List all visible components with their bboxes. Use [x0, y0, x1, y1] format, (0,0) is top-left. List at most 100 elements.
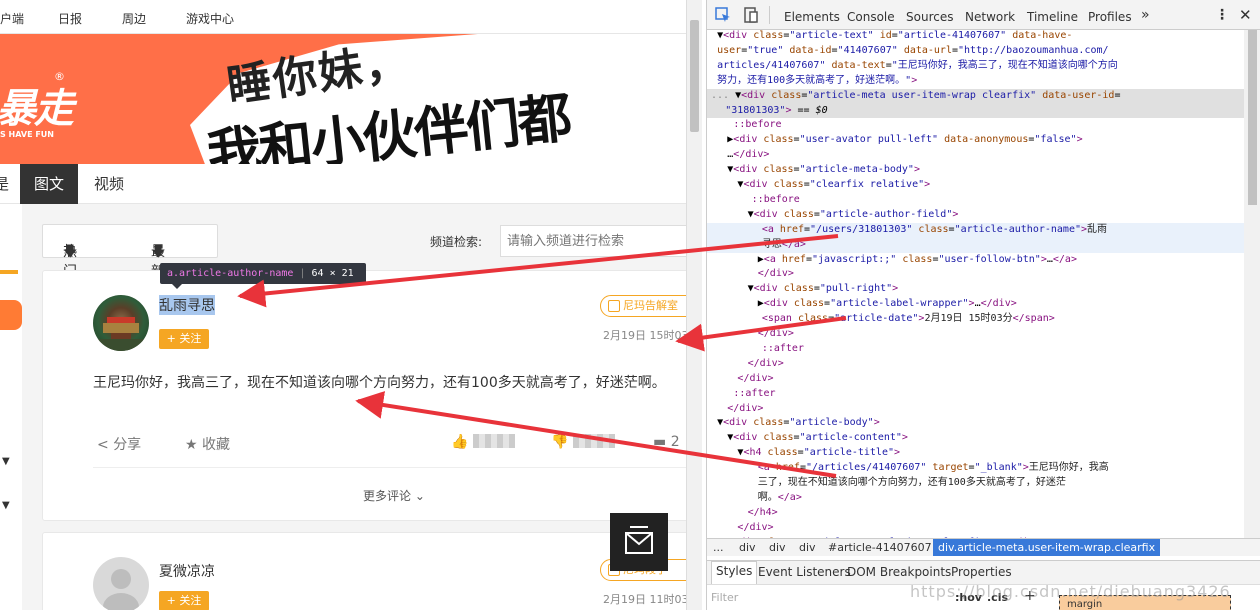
caret-down-icon[interactable]: ▼	[2, 500, 10, 511]
tab-dom-breakpoints[interactable]: DOM Breakpoints	[847, 565, 951, 579]
tab-video[interactable]: 视频	[94, 164, 124, 204]
content-tabs: 是 图文 视频	[0, 164, 686, 204]
dom-tree-line[interactable]: ▼<h4 class="article-title">	[707, 446, 1244, 461]
dom-tree-line[interactable]: 三了，现在不知道该向哪个方向努力，还有100多天就高考了，好迷茫	[707, 476, 1244, 491]
breadcrumb-item[interactable]: #article-41407607	[828, 541, 932, 554]
tab-timeline[interactable]: Timeline	[1027, 10, 1078, 24]
breadcrumb-item[interactable]: div	[769, 541, 786, 554]
article-label[interactable]: 尼玛告解室	[600, 295, 686, 317]
dom-tree-line[interactable]: </div>	[707, 521, 1244, 536]
dom-tree-line[interactable]: "31801303"> == $0	[707, 103, 1244, 119]
sidebar-accent-block[interactable]	[0, 300, 22, 330]
page-scrollbar[interactable]	[686, 0, 702, 610]
dom-tree-line[interactable]: </div>	[707, 327, 1244, 342]
dom-tree-line[interactable]: ▼<div class="article-body">	[707, 416, 1244, 431]
dom-tree-line[interactable]: </div>	[707, 267, 1244, 282]
dom-tree-scrollbar[interactable]	[1244, 30, 1260, 538]
breadcrumb-item[interactable]: div	[799, 541, 816, 554]
tab-elements[interactable]: Elements	[784, 10, 840, 24]
dom-tree-line[interactable]: ▶<a href="javascript:;" class="user-foll…	[707, 253, 1244, 268]
tab-partial[interactable]: 是	[0, 164, 14, 204]
dom-tree-line[interactable]: </div>	[707, 357, 1244, 372]
more-comments-link[interactable]: 更多评论 ⌄	[363, 487, 425, 504]
dom-tree-line[interactable]: 寻思</a>	[707, 237, 1244, 253]
dom-tree-line[interactable]: user="true" data-id="41407607" data-url=…	[707, 44, 1244, 59]
dom-tree-line[interactable]: ▼<div class="article-text" id="article-4…	[707, 30, 1244, 44]
share-button[interactable]: < 分享	[97, 434, 141, 454]
dom-tree-line[interactable]: ▼<div class="article-meta-body">	[707, 163, 1244, 178]
dom-tree-line[interactable]: <span class="article-date">2月19日 15时03分<…	[707, 312, 1244, 327]
devtools-toolbar: Elements Console Sources Network Timelin…	[707, 0, 1260, 30]
menu-kebab-icon[interactable]: ⋮	[1215, 7, 1229, 23]
site-logo[interactable]: 暴走	[0, 76, 74, 134]
tooltip-size: 64 × 21	[311, 268, 354, 279]
topnav-item-merch[interactable]: 周边	[122, 10, 146, 27]
downvote-button[interactable]: 👎	[551, 434, 568, 450]
tab-image-text[interactable]: 图文	[20, 164, 78, 204]
dom-tree-line[interactable]: </div>	[707, 402, 1244, 417]
avatar[interactable]	[93, 295, 149, 351]
collect-button[interactable]: ★ 收藏	[185, 434, 230, 454]
comment-count: 2	[670, 434, 680, 450]
comment-button[interactable]: ▬ 2	[653, 434, 680, 450]
dom-tree[interactable]: ▼<div class="article-text" id="article-4…	[707, 30, 1244, 538]
tab-profiles[interactable]: Profiles	[1088, 10, 1132, 24]
device-toggle-icon[interactable]	[743, 7, 759, 27]
topnav-item-games[interactable]: 游戏中心	[186, 10, 234, 27]
close-icon[interactable]: ✕	[1239, 6, 1252, 24]
comment-icon: ▬	[653, 434, 667, 450]
dom-tree-line[interactable]: ▶<div class="article-label-wrapper">…</d…	[707, 297, 1244, 312]
tab-console[interactable]: Console	[847, 10, 895, 24]
dom-tree-line[interactable]: ▶<div class="user-avator pull-left" data…	[707, 133, 1244, 148]
feedback-button[interactable]	[610, 513, 668, 571]
site-banner[interactable]: 暴走 ® S HAVE FUN 睡你妹， 我和小伙伴们都	[0, 34, 686, 164]
dom-tree-line[interactable]: ▼<div class="article-content">	[707, 431, 1244, 446]
more-tabs-icon[interactable]: »	[1141, 7, 1150, 23]
topnav-item-client[interactable]: 户端	[0, 10, 24, 27]
mail-icon	[625, 526, 653, 554]
dom-tree-line[interactable]: ▼<div class="pull-right">	[707, 282, 1244, 297]
dom-tree-line[interactable]: <a href="/users/31801303" class="article…	[707, 222, 1244, 238]
tab-event-listeners[interactable]: Event Listeners	[758, 565, 851, 579]
dom-tree-line[interactable]: ▼<div class="clearfix relative">	[707, 178, 1244, 193]
dom-tree-line[interactable]: </div>	[707, 372, 1244, 387]
inspect-icon[interactable]	[715, 7, 731, 27]
author-name-link[interactable]: 夏微凉凉	[159, 561, 215, 581]
card-divider	[93, 467, 686, 468]
tab-properties[interactable]: Properties	[951, 565, 1012, 579]
tab-network[interactable]: Network	[965, 10, 1015, 24]
scrollbar-thumb[interactable]	[690, 20, 699, 132]
article-title-link[interactable]: 王尼玛你好，我高三了，现在不知道该向哪个方向努力，还有100多天就高考了，好迷茫…	[93, 371, 686, 395]
scrollbar-thumb[interactable]	[1248, 30, 1257, 205]
dom-tree-line[interactable]: ::before	[707, 118, 1244, 133]
breadcrumb-item-active[interactable]: div.article-meta.user-item-wrap.clearfix	[933, 539, 1161, 556]
channel-search-input[interactable]	[500, 225, 686, 257]
dom-tree-line[interactable]: 啊。</a>	[707, 491, 1244, 506]
dom-tree-line[interactable]: ::after	[707, 387, 1244, 402]
follow-button[interactable]: + 关注	[159, 591, 209, 610]
share-icon: <	[97, 437, 109, 453]
follow-button[interactable]: + 关注	[159, 329, 209, 349]
dom-tree-line[interactable]: articles/41407607" data-text="王尼玛你好，我高三了…	[707, 59, 1244, 74]
dom-tree-line[interactable]: ... ▼<div class="article-meta user-item-…	[707, 88, 1244, 104]
dom-tree-line[interactable]: <a href="/articles/41407607" target="_bl…	[707, 461, 1244, 476]
dom-tree-line[interactable]: ::before	[707, 193, 1244, 208]
dom-tree-line[interactable]: 努力，还有100多天就高考了，好迷茫啊。">	[707, 74, 1244, 89]
arrow-down-icon: 🡇	[63, 244, 78, 260]
dom-tree-line[interactable]: …</div>	[707, 148, 1244, 163]
dom-tree-line[interactable]: ▼<div class="article-author-field">	[707, 208, 1244, 223]
breadcrumb-item[interactable]: ...	[713, 541, 724, 554]
avatar[interactable]	[93, 557, 149, 610]
collect-label: 收藏	[202, 437, 231, 453]
author-name-link[interactable]: 乱雨寻思	[159, 295, 215, 315]
topnav-item-daily[interactable]: 日报	[58, 10, 82, 27]
tab-styles[interactable]: Styles	[711, 561, 758, 585]
dom-tree-line[interactable]: </h4>	[707, 506, 1244, 521]
article-card: 夏微凉凉 + 关注 尼玛段子 2月19日 11时03分	[42, 532, 686, 610]
dom-tree-line[interactable]: ::after	[707, 342, 1244, 357]
styles-filter-input[interactable]: Filter	[711, 591, 738, 604]
caret-down-icon[interactable]: ▼	[2, 456, 10, 467]
upvote-button[interactable]: 👍	[451, 434, 468, 450]
breadcrumb-item[interactable]: div	[739, 541, 756, 554]
tab-sources[interactable]: Sources	[906, 10, 953, 24]
